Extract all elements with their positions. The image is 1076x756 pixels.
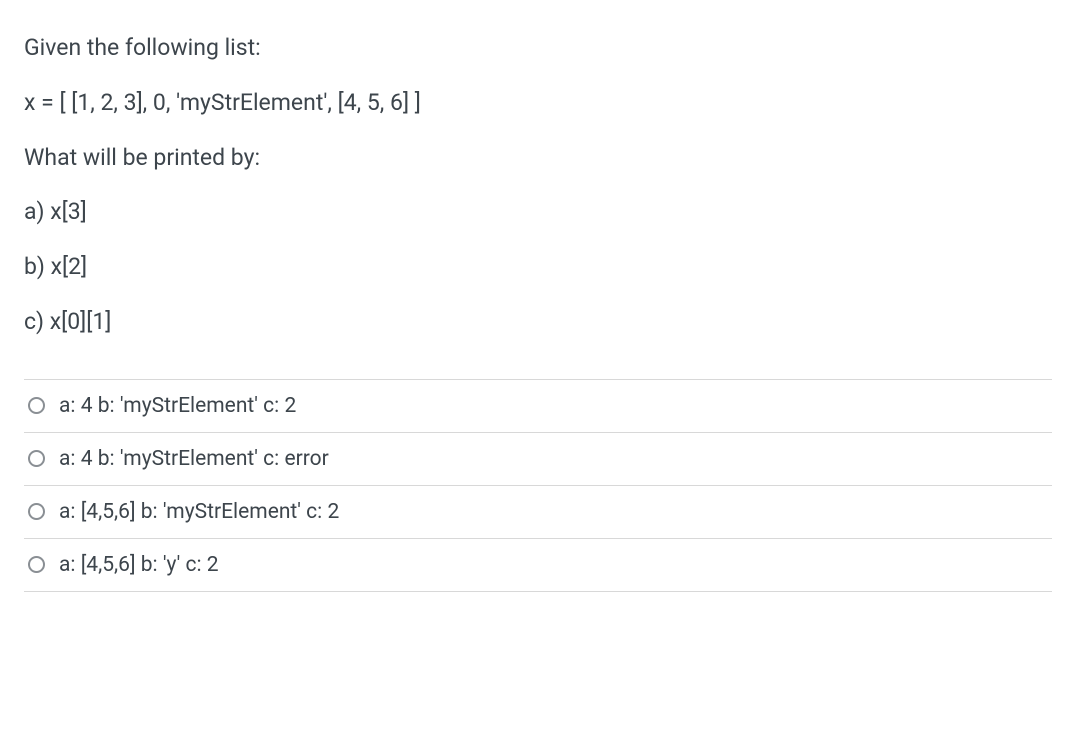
option-label: a: 4 b: 'myStrElement' c: error: [59, 447, 329, 471]
option-row[interactable]: a: 4 b: 'myStrElement' c: error: [24, 432, 1052, 485]
option-row[interactable]: a: [4,5,6] b: 'y' c: 2: [24, 538, 1052, 592]
question-line-1: Given the following list:: [24, 30, 1052, 67]
question-line-4: a) x[3]: [24, 194, 1052, 231]
question-block: Given the following list: x = [ [1, 2, 3…: [24, 30, 1052, 341]
radio-icon[interactable]: [28, 450, 45, 467]
answer-options: a: 4 b: 'myStrElement' c: 2 a: 4 b: 'myS…: [24, 379, 1052, 592]
radio-icon[interactable]: [28, 503, 45, 520]
question-line-3: What will be printed by:: [24, 140, 1052, 177]
question-line-2: x = [ [1, 2, 3], 0, 'myStrElement', [4, …: [24, 85, 1052, 122]
option-label: a: [4,5,6] b: 'y' c: 2: [59, 553, 219, 577]
radio-icon[interactable]: [28, 397, 45, 414]
option-row[interactable]: a: 4 b: 'myStrElement' c: 2: [24, 379, 1052, 432]
question-line-5: b) x[2]: [24, 249, 1052, 286]
option-label: a: 4 b: 'myStrElement' c: 2: [59, 394, 296, 418]
radio-icon[interactable]: [28, 556, 45, 573]
question-line-6: c) x[0][1]: [24, 304, 1052, 341]
option-label: a: [4,5,6] b: 'myStrElement' c: 2: [59, 500, 339, 524]
option-row[interactable]: a: [4,5,6] b: 'myStrElement' c: 2: [24, 485, 1052, 538]
